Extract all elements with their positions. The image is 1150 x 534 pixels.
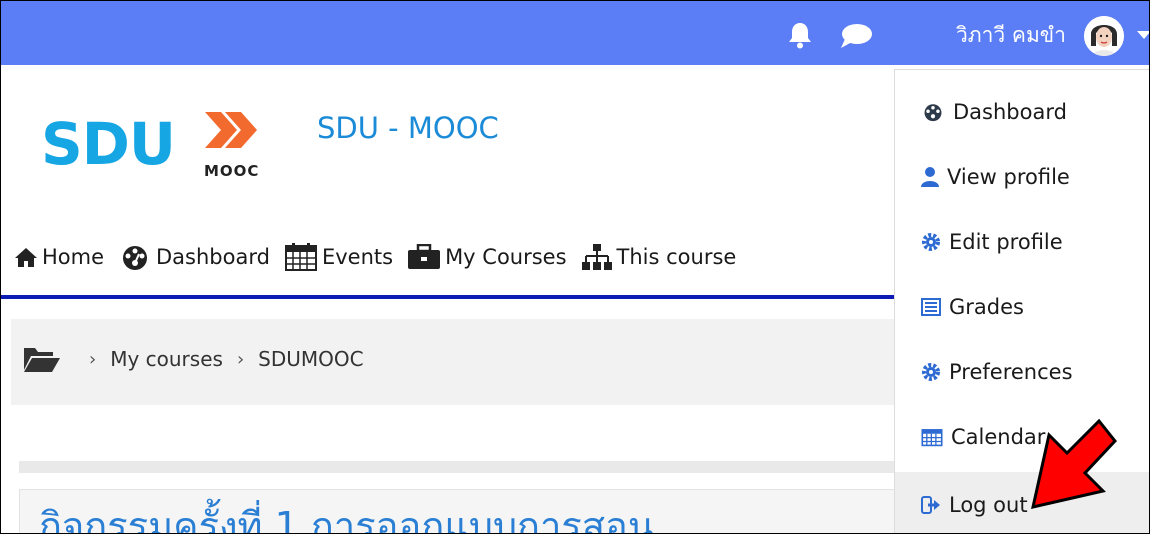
menu-item-dashboard[interactable]: Dashboard (921, 100, 1067, 124)
content-divider (19, 461, 899, 473)
logout-icon (921, 496, 940, 514)
main-nav: Home Dashboard Events My Courses This co… (14, 237, 750, 277)
gear-icon (922, 233, 940, 251)
logo-chevrons-icon (205, 112, 257, 148)
menu-item-label: Grades (949, 295, 1024, 319)
nav-label: My Courses (445, 245, 567, 269)
user-name[interactable]: วิภาวี คมขำ (956, 19, 1066, 52)
menu-item-label: View profile (947, 165, 1070, 189)
breadcrumb-separator: › (236, 348, 245, 370)
user-icon (921, 167, 939, 187)
nav-label: This course (616, 245, 737, 269)
nav-label: Dashboard (156, 245, 270, 269)
gear-icon (922, 363, 940, 381)
menu-item-preferences[interactable]: Preferences (921, 360, 1073, 384)
logo-main-text: SDU (41, 110, 176, 178)
nav-item-dashboard[interactable]: Dashboard (118, 244, 270, 270)
dashboard-icon (123, 246, 148, 270)
site-title[interactable]: SDU - MOOC (317, 111, 499, 145)
nav-item-my-courses[interactable]: My Courses (407, 244, 567, 270)
menu-item-label: Preferences (949, 360, 1073, 384)
briefcase-icon (408, 244, 441, 269)
folder-open-icon[interactable] (23, 345, 61, 373)
top-navbar: วิภาวี คมขำ (1, 1, 1149, 65)
caret-down-icon[interactable] (1137, 31, 1149, 39)
logo-sub-text: MOOC (204, 162, 260, 180)
breadcrumb-course[interactable]: SDUMOOC (258, 347, 363, 371)
menu-item-label: Log out (949, 493, 1028, 517)
grades-icon (921, 298, 941, 316)
calendar-icon (921, 429, 943, 447)
nav-item-events[interactable]: Events (284, 242, 393, 272)
breadcrumb-separator: › (89, 348, 97, 370)
menu-item-label: Dashboard (953, 100, 1067, 124)
red-pointer-arrow (1031, 418, 1117, 509)
site-logo[interactable]: SDU MOOC (29, 96, 279, 191)
activity-title[interactable]: กิจกรรมครั้งที่ 1 การออกแบบการสอน (39, 495, 654, 533)
calendar-icon (284, 243, 317, 271)
menu-item-label: Edit profile (949, 230, 1063, 254)
nav-label: Home (42, 245, 105, 269)
nav-item-this-course[interactable]: This course (581, 243, 737, 271)
nav-label: Events (321, 245, 394, 269)
avatar[interactable] (1084, 16, 1124, 56)
bell-icon[interactable] (787, 21, 813, 49)
menu-item-view-profile[interactable]: View profile (921, 165, 1070, 189)
chat-icon[interactable] (839, 23, 873, 49)
dashboard-icon (924, 104, 942, 122)
nav-divider (1, 295, 901, 299)
nav-item-home[interactable]: Home (14, 245, 104, 269)
breadcrumb-my-courses[interactable]: My courses (110, 347, 223, 371)
sitemap-icon (581, 244, 612, 270)
screenshot-frame: วิภาวี คมขำ SDU MOOC SDU - MOOC Home Das… (0, 0, 1150, 534)
breadcrumb: › My courses › SDUMOOC (23, 345, 364, 373)
home-icon (15, 248, 37, 267)
menu-item-grades[interactable]: Grades (921, 295, 1024, 319)
menu-item-edit-profile[interactable]: Edit profile (921, 230, 1063, 254)
